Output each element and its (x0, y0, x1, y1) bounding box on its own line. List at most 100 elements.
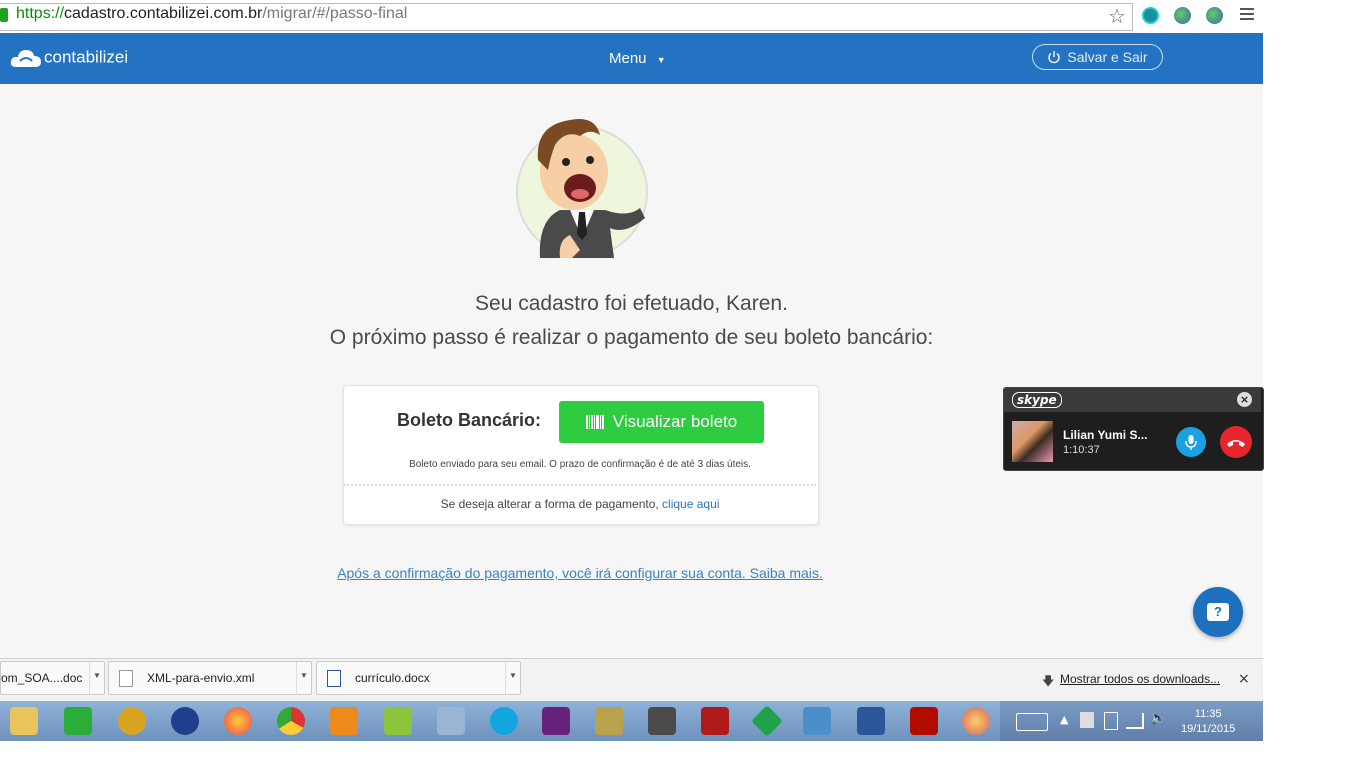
mascot-illustration (516, 119, 648, 258)
signal-icon[interactable] (1126, 713, 1144, 729)
close-downloads-icon[interactable]: × (1238, 671, 1250, 687)
taskbar-media[interactable] (322, 704, 366, 738)
download-filename: om_SOA....doc (1, 671, 83, 685)
download-filename: currículo.docx (355, 671, 430, 685)
url-path: /migrar/#/passo-final (262, 5, 408, 22)
menu-dropdown[interactable]: Menu ▼ (609, 50, 666, 67)
view-boleto-button[interactable]: Visualizar boleto (559, 401, 764, 443)
word-file-icon (327, 669, 341, 687)
taskbar-sublime[interactable] (640, 704, 684, 738)
download-arrow-icon: 🡇 (1042, 674, 1055, 688)
url-host: cadastro.contabilizei.com.br (64, 5, 263, 22)
taskbar-firefox[interactable] (216, 704, 260, 738)
globe-extension-icon[interactable] (1206, 7, 1223, 24)
file-icon (119, 669, 133, 687)
taskbar-tools[interactable] (587, 704, 631, 738)
taskbar-photos[interactable] (795, 704, 839, 738)
next-step-text: O próximo passo é realizar o pagamento d… (329, 326, 934, 349)
taskbar-help[interactable] (163, 704, 207, 738)
chrome-icon (277, 707, 305, 735)
firefox-icon (224, 707, 252, 735)
microphone-button[interactable] (1176, 427, 1206, 457)
dropdown-arrow-icon[interactable]: ▼ (505, 662, 520, 694)
paint-icon (962, 707, 990, 735)
taskbar-word[interactable] (849, 704, 893, 738)
taskbar-store[interactable] (56, 704, 100, 738)
store-icon (64, 707, 92, 735)
keyboard-icon[interactable] (1016, 713, 1048, 731)
filezilla-icon (701, 707, 729, 735)
url-text[interactable]: https://cadastro.contabilizei.com.br/mig… (16, 5, 407, 23)
taskbar-app[interactable] (745, 704, 789, 738)
caret-down-icon: ▼ (656, 55, 666, 65)
extension-icon[interactable] (1142, 7, 1159, 24)
taskbar-chrome[interactable] (269, 704, 313, 738)
call-duration: 1:10:37 (1063, 444, 1100, 456)
brand-logo[interactable]: contabilizei (10, 47, 128, 69)
skype-logo: skype (1012, 392, 1062, 408)
contact-name: Lilian Yumi S... (1063, 428, 1148, 442)
dropdown-arrow-icon[interactable]: ▼ (89, 662, 104, 694)
photos-icon (803, 707, 831, 735)
change-payment-text: Se deseja alterar a forma de pagamento, … (343, 497, 817, 511)
clock-time: 11:35 (1194, 708, 1222, 720)
confirmation-heading: Seu cadastro foi efetuado, Karen. (475, 292, 788, 315)
brand-name: contabilizei (44, 47, 129, 67)
acrobat-icon (910, 707, 938, 735)
clock-date: 19/11/2015 (1181, 723, 1236, 735)
hang-up-icon (1227, 440, 1245, 447)
sublime-icon (648, 707, 676, 735)
show-all-downloads-link[interactable]: Mostrar todos os downloads... (1060, 672, 1220, 686)
download-item[interactable]: currículo.docx ▼ (316, 661, 521, 695)
word-icon (857, 707, 885, 735)
taskbar-visual-studio[interactable] (534, 704, 578, 738)
hang-up-button[interactable] (1220, 426, 1252, 458)
volume-icon[interactable]: 🔈 (1150, 711, 1166, 726)
dropdown-arrow-icon[interactable]: ▼ (296, 662, 311, 694)
barcode-icon (585, 415, 604, 429)
clock[interactable]: 11:35 19/11/2015 (1181, 707, 1235, 737)
stopwatch-icon (118, 707, 146, 735)
view-boleto-label: Visualizar boleto (612, 412, 738, 431)
folder-icon (10, 707, 38, 735)
battery-icon[interactable] (1104, 712, 1118, 730)
taskbar-explorer[interactable] (2, 704, 46, 738)
change-payment-link[interactable]: clique aqui (662, 497, 719, 511)
microphone-icon (1185, 435, 1197, 450)
network-warning-icon[interactable] (1080, 712, 1094, 728)
media-player-icon (330, 707, 358, 735)
change-payment-label: Se deseja alterar a forma de pagamento, (440, 497, 663, 511)
power-icon (1048, 51, 1061, 64)
download-item[interactable]: XML-para-envio.xml ▼ (108, 661, 312, 695)
cloud-icon (10, 50, 41, 67)
boleto-note: Boleto enviado para seu email. O prazo d… (409, 459, 751, 470)
save-exit-button[interactable]: Salvar e Sair (1032, 44, 1163, 70)
taskbar-filezilla[interactable] (693, 704, 737, 738)
taskbar-app[interactable] (110, 704, 154, 738)
configure-account-link[interactable]: Após a confirmação do pagamento, você ir… (0, 565, 1160, 581)
download-item[interactable]: om_SOA....doc ▼ (0, 661, 105, 695)
download-filename: XML-para-envio.xml (147, 671, 255, 685)
divider (344, 484, 816, 486)
bookmark-star-icon[interactable]: ☆ (1108, 4, 1126, 28)
skype-icon (490, 707, 518, 735)
chat-bubble-icon: ? (1207, 603, 1229, 621)
taskbar-app[interactable] (376, 704, 420, 738)
help-chat-button[interactable]: ? (1193, 587, 1243, 637)
globe-extension-icon[interactable] (1174, 7, 1191, 24)
help-icon (171, 707, 199, 735)
close-icon[interactable]: × (1237, 392, 1252, 407)
contact-avatar (1012, 421, 1053, 462)
taskbar-skype[interactable] (482, 704, 526, 738)
chrome-menu-icon[interactable] (1240, 8, 1254, 23)
chart-app-icon (384, 707, 412, 735)
save-exit-label: Salvar e Sair (1067, 49, 1148, 65)
tools-icon (595, 707, 623, 735)
menu-label: Menu (609, 50, 647, 67)
taskbar-paint[interactable] (954, 704, 998, 738)
lock-icon (0, 8, 8, 22)
show-hidden-icons[interactable]: ▲ (1060, 713, 1068, 726)
url-scheme: https:// (16, 5, 65, 22)
taskbar-acrobat[interactable] (902, 704, 946, 738)
taskbar-calculator[interactable] (429, 704, 473, 738)
